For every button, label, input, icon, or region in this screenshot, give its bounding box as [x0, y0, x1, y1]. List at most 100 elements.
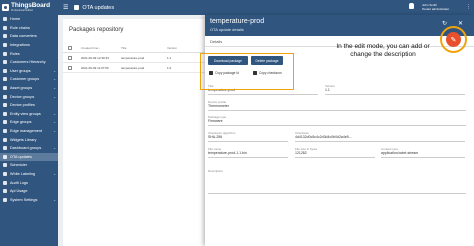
sidebar-item-dashboard-groups[interactable]: Dashboard groups ⌄	[0, 144, 58, 153]
rotate-icon[interactable]: ↻	[442, 20, 447, 27]
col-created-time[interactable]: Created time ↓	[81, 46, 101, 50]
file-size-field[interactable]: 121282	[295, 151, 307, 155]
sidebar-item-label: Api Usage	[10, 189, 28, 194]
sidebar-item-integrations[interactable]: Integrations	[0, 41, 58, 50]
menu-item-icon	[3, 43, 7, 48]
callout-text: In the edit mode, you can add or change …	[336, 43, 430, 58]
row-created: 2021-06-09 11:07:56	[81, 66, 109, 70]
sidebar-item-label: Roles	[10, 51, 20, 56]
menu-item-icon	[3, 137, 7, 142]
sidebar-item-edge-groups[interactable]: Edge groups ⌄	[0, 118, 58, 127]
sidebar-item-label: Device profiles	[10, 103, 35, 108]
notifications-icon[interactable]	[409, 3, 414, 9]
chevron-down-icon: ⌄	[53, 129, 56, 134]
menu-item-icon	[3, 197, 7, 202]
sidebar-item-customers-hierarchy[interactable]: Customers Hierarchy	[0, 58, 58, 67]
select-all-checkbox[interactable]	[68, 46, 72, 50]
menu-item-icon	[3, 68, 7, 73]
row-title: temperature-prod	[121, 66, 145, 70]
table-row[interactable]: 2021-06-09 12:39:33 temperature-prod 1.1	[63, 53, 205, 63]
sidebar-item-label: Device groups	[10, 94, 35, 99]
chevron-down-icon: ⌄	[53, 77, 56, 82]
brand-edition: Professional Edition	[11, 8, 34, 12]
row-checkbox[interactable]	[68, 56, 72, 60]
col-version[interactable]: Version	[167, 46, 177, 50]
table-title: Packages repository	[69, 27, 124, 33]
menu-item-icon	[3, 94, 7, 99]
sidebar-item-label: Scheduler	[10, 163, 28, 168]
sidebar-item-user-groups[interactable]: User groups ⌄	[0, 67, 58, 76]
sidebar-item-label: Audit Logs	[10, 180, 28, 185]
checksum-field[interactable]: 4d4132d0c5c4c2d3d4c0b0d2a4e5...	[295, 135, 352, 139]
menu-item-icon	[3, 86, 7, 91]
menu-item-icon	[3, 17, 7, 22]
description-label: Description	[208, 169, 224, 173]
ota-updates-icon	[74, 5, 80, 10]
highlight-box	[200, 53, 294, 90]
chevron-down-icon: ⌄	[53, 146, 56, 151]
sidebar-item-label: Integrations	[10, 43, 30, 48]
chevron-down-icon: ⌄	[53, 86, 56, 91]
menu-item-icon	[3, 163, 7, 168]
sidebar-item-ota-updates[interactable]: OTA updates	[0, 152, 58, 162]
sidebar-item-label: Data converters	[10, 34, 37, 39]
page-title: OTA updates	[82, 4, 115, 11]
chevron-down-icon: ⌄	[53, 68, 56, 73]
thingsboard-logo-icon	[2, 4, 9, 11]
sidebar-item-entity-view-groups[interactable]: Entity view groups ⌄	[0, 110, 58, 119]
sidebar-item-roles[interactable]: Roles	[0, 49, 58, 58]
sidebar-item-audit-logs[interactable]: Audit Logs	[0, 178, 58, 187]
menu-item-icon	[3, 34, 7, 39]
row-created: 2021-06-09 12:39:33	[81, 56, 109, 60]
user-role: Tenant administrator	[422, 7, 450, 11]
sidebar-item-widgets-library[interactable]: Widgets Library	[0, 135, 58, 144]
chevron-down-icon: ⌄	[53, 171, 56, 176]
sidebar-item-scheduler[interactable]: Scheduler	[0, 161, 58, 170]
brand-header[interactable]: ThingsBoard Professional Edition	[0, 0, 58, 15]
chevron-down-icon: ⌄	[53, 120, 56, 125]
close-icon[interactable]: ✕	[458, 20, 463, 27]
packages-table-card: Packages repository Created time ↓ Title…	[63, 19, 205, 246]
sidebar-item-white-labeling[interactable]: White Labeling ⌄	[0, 170, 58, 179]
menu-item-icon	[3, 51, 7, 56]
sidebar-item-label: System Settings	[10, 197, 38, 202]
device-profile-field[interactable]: Thermometer	[208, 104, 229, 108]
content-type-field[interactable]: application/octet-stream	[381, 151, 418, 155]
sidebar-item-device-profiles[interactable]: Device profiles	[0, 101, 58, 110]
menu-item-icon	[3, 154, 7, 159]
menu-item-icon	[3, 60, 7, 65]
sidebar-item-asset-groups[interactable]: Asset groups ⌄	[0, 84, 58, 93]
package-type-field[interactable]: Firmware	[208, 119, 223, 123]
sidebar-item-customer-groups[interactable]: Customer groups ⌄	[0, 75, 58, 84]
sidebar-item-api-usage[interactable]: Api Usage	[0, 187, 58, 196]
sidebar-item-edge-management[interactable]: Edge management ⌄	[0, 127, 58, 136]
sidebar-item-label: Rule chains	[10, 25, 30, 30]
sidebar-menu: Home Rule chains Data converters Integratio…	[0, 15, 58, 204]
sidebar-item-system-settings[interactable]: System Settings ⌄	[0, 195, 58, 204]
more-vert-icon[interactable]: ⋮	[466, 4, 471, 10]
user-info[interactable]: John Smith Tenant administrator	[422, 3, 449, 11]
sidebar-item-rule-chains[interactable]: Rule chains	[0, 24, 58, 33]
sidebar-item-label: User groups	[10, 68, 31, 73]
menu-item-icon	[3, 77, 7, 82]
sidebar-item-data-converters[interactable]: Data converters	[0, 32, 58, 41]
chevron-down-icon: ⌄	[53, 111, 56, 116]
table-row[interactable]: 2021-06-09 11:07:56 temperature-prod 1.0	[63, 63, 205, 73]
version-field[interactable]: 1.1	[325, 88, 330, 92]
row-version: 1.1	[167, 56, 172, 60]
sidebar-item-label: Entity view groups	[10, 111, 41, 116]
checksum-algorithm-field[interactable]: SHA-256	[208, 135, 222, 139]
sidebar-item-label: OTA updates	[10, 154, 32, 159]
file-name-field[interactable]: temperature-prod-1.1.bin	[208, 151, 247, 155]
sidebar-item-home[interactable]: Home	[0, 15, 58, 24]
panel-header: temperature-prod OTA update details	[205, 15, 474, 36]
sidebar-item-label: Edge groups	[10, 120, 32, 125]
col-title[interactable]: Title	[121, 46, 127, 50]
menu-item-icon	[3, 180, 7, 185]
sidebar-item-device-groups[interactable]: Device groups ⌄	[0, 92, 58, 101]
row-checkbox[interactable]	[68, 66, 72, 70]
tab-details[interactable]: Details	[210, 39, 222, 44]
edit-icon[interactable]: ✎	[446, 32, 461, 47]
menu-icon[interactable]: ☰	[63, 4, 68, 11]
menu-item-icon	[3, 129, 7, 134]
